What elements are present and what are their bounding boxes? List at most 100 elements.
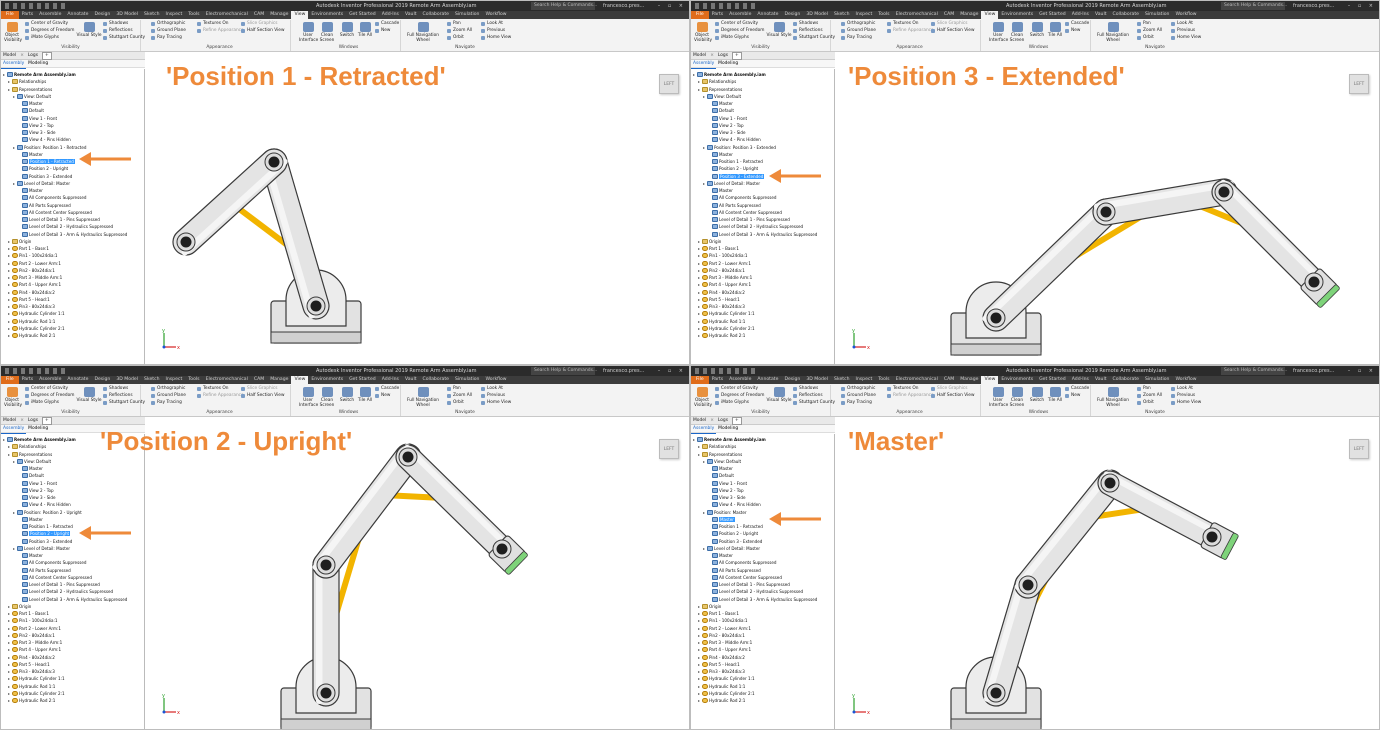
- tab-3d-model[interactable]: 3D Model: [803, 376, 831, 384]
- tab-parts[interactable]: Parts: [19, 11, 36, 19]
- pin-3[interactable]: [176, 232, 196, 252]
- tab-electromechanical[interactable]: Electromechanical: [203, 376, 251, 384]
- tab-add-ins[interactable]: Add-Ins: [379, 376, 402, 384]
- tab-modeling[interactable]: Modeling: [716, 60, 740, 68]
- tree-node[interactable]: Master: [18, 187, 43, 194]
- shadows-toggle[interactable]: Shadows: [103, 386, 128, 392]
- tab-electromechanical[interactable]: Electromechanical: [893, 376, 941, 384]
- tab-get-started[interactable]: Get Started: [1036, 376, 1069, 384]
- tab-view[interactable]: View: [981, 11, 999, 19]
- object-visibility-button[interactable]: Object Visibility: [694, 22, 712, 43]
- tree-node[interactable]: ▸ Pin3 - 80x24dia:3: [698, 303, 745, 310]
- tree-node[interactable]: ▸ Part 3 - Middle Arm:1: [698, 639, 752, 646]
- tree-node[interactable]: View 3 - Side: [18, 129, 56, 136]
- close-icon[interactable]: ×: [708, 52, 716, 60]
- previous-view-button[interactable]: Previous: [481, 393, 505, 399]
- pin-2[interactable]: [1018, 575, 1038, 595]
- tree-node[interactable]: ▸ Part 3 - Middle Arm:1: [8, 639, 62, 646]
- tree-node[interactable]: View 4 - Pins Hidden: [708, 501, 761, 508]
- tree-node[interactable]: ▸ Origin: [8, 603, 31, 610]
- tab-environments[interactable]: Environments: [308, 376, 346, 384]
- tree-node[interactable]: Level of Detail 3 - Arm & Hydraulics Sup…: [18, 231, 127, 238]
- tab-view[interactable]: View: [981, 376, 999, 384]
- switch-button[interactable]: Switch: [339, 22, 355, 38]
- tree-node[interactable]: ▸ Part 1 - Base:1: [8, 610, 49, 617]
- tab-environments[interactable]: Environments: [308, 11, 346, 19]
- home-view-button[interactable]: Home View: [1171, 35, 1201, 41]
- tree-node[interactable]: ▸ Pin4 - 80x24dia:2: [8, 289, 55, 296]
- tab-workflow[interactable]: Workflow: [482, 376, 509, 384]
- tab-workflow[interactable]: Workflow: [482, 11, 509, 19]
- tree-node[interactable]: ▸ Level of Detail: Master: [703, 180, 760, 187]
- user-account[interactable]: francesco.pres...: [603, 1, 644, 11]
- tree-node[interactable]: ▸ Hydraulic Rod 1:1: [8, 318, 55, 325]
- tab-manage[interactable]: Manage: [267, 11, 291, 19]
- window-controls[interactable]: – ▫ ×: [1348, 366, 1376, 376]
- tree-node[interactable]: Position 3 - Extended: [18, 173, 72, 180]
- tree-node[interactable]: ▸ Pin2 - 80x24dia:1: [8, 267, 55, 274]
- pin-3[interactable]: [1214, 182, 1234, 202]
- textures-toggle[interactable]: Textures On: [887, 386, 918, 392]
- new-window-button[interactable]: New: [375, 28, 390, 34]
- imate-glyphs-toggle[interactable]: iMate Glyphs: [25, 400, 59, 406]
- cascade-button[interactable]: Cascade: [375, 21, 399, 27]
- pin-3[interactable]: [398, 447, 418, 467]
- degrees-of-freedom-toggle[interactable]: Degrees of Freedom: [715, 393, 764, 399]
- tree-node[interactable]: Position 1 - Retracted: [708, 158, 763, 165]
- tree-node[interactable]: ▸ Hydraulic Cylinder 1:1: [698, 675, 755, 682]
- tree-node[interactable]: All Content Center Suppressed: [708, 574, 782, 581]
- robot-arm-model[interactable]: [836, 417, 1380, 730]
- look-at-button[interactable]: Look At: [481, 386, 503, 392]
- close-icon[interactable]: ×: [708, 417, 716, 425]
- tab-get-started[interactable]: Get Started: [346, 376, 379, 384]
- robot-arm-model[interactable]: [146, 52, 690, 365]
- tab-inspect[interactable]: Inspect: [853, 376, 876, 384]
- tree-node[interactable]: ▸ Remote Arm Assembly.iam: [693, 71, 766, 78]
- ray-tracing-toggle[interactable]: Ray Tracing: [841, 400, 872, 406]
- browser-tab-model[interactable]: Model: [1, 417, 18, 425]
- slice-graphics-button[interactable]: Slice Graphics: [241, 386, 277, 392]
- tab-assembly[interactable]: Assembly: [691, 425, 717, 434]
- imate-glyphs-toggle[interactable]: iMate Glyphs: [715, 35, 749, 41]
- tree-node[interactable]: ▸ Origin: [698, 603, 721, 610]
- tree-node[interactable]: ▸ Pin4 - 80x24dia:2: [8, 654, 55, 661]
- refine-appearance-button[interactable]: Refine Appearance: [197, 393, 244, 399]
- tree-node[interactable]: ▸ Representations: [8, 451, 52, 458]
- tree-node[interactable]: ▸ Hydraulic Rod 2:1: [698, 332, 745, 339]
- tab-cam[interactable]: CAM: [251, 11, 267, 19]
- viewcube[interactable]: LEFT: [659, 439, 679, 459]
- add-browser-button[interactable]: +: [42, 417, 52, 425]
- shadows-toggle[interactable]: Shadows: [793, 386, 818, 392]
- tree-node[interactable]: ▸ View: Default: [13, 93, 51, 100]
- half-section-view-button[interactable]: Half Section View: [931, 28, 974, 34]
- degrees-of-freedom-toggle[interactable]: Degrees of Freedom: [25, 28, 74, 34]
- look-at-button[interactable]: Look At: [1171, 21, 1193, 27]
- pan-button[interactable]: Pan: [447, 21, 461, 27]
- tree-node[interactable]: Position 2 - Upright: [708, 530, 758, 537]
- tab-annotate[interactable]: Annotate: [64, 11, 91, 19]
- tree-node[interactable]: ▸ Origin: [8, 238, 31, 245]
- tree-node[interactable]: ▸ Hydraulic Cylinder 2:1: [8, 325, 65, 332]
- tree-node[interactable]: Level of Detail 3 - Arm & Hydraulics Sup…: [708, 596, 817, 603]
- tree-node[interactable]: ▸ Part 2 - Lower Arm:1: [698, 260, 751, 267]
- tree-node[interactable]: ▸ Level of Detail: Master: [703, 545, 760, 552]
- home-view-button[interactable]: Home View: [481, 400, 511, 406]
- tree-node[interactable]: ▸ Part 4 - Upper Arm:1: [698, 281, 751, 288]
- object-visibility-button[interactable]: Object Visibility: [4, 22, 22, 43]
- tree-node[interactable]: ▸ Relationships: [8, 443, 46, 450]
- tree-node[interactable]: ▸ Pin4 - 80x24dia:2: [698, 289, 745, 296]
- full-navigation-wheel-button[interactable]: Full Navigation Wheel: [405, 22, 441, 43]
- tab-assemble[interactable]: Assemble: [36, 376, 64, 384]
- ground-plane-toggle[interactable]: Ground Plane: [151, 28, 186, 34]
- look-at-button[interactable]: Look At: [1171, 386, 1193, 392]
- tree-node[interactable]: ▸ Hydraulic Cylinder 2:1: [698, 690, 755, 697]
- zoom-all-button[interactable]: Zoom All: [447, 393, 472, 399]
- tree-node[interactable]: ▸ View: Default: [703, 93, 741, 100]
- ray-tracing-toggle[interactable]: Ray Tracing: [841, 35, 872, 41]
- object-visibility-button[interactable]: Object Visibility: [4, 387, 22, 408]
- tree-node[interactable]: View 1 - Front: [708, 115, 747, 122]
- previous-view-button[interactable]: Previous: [481, 28, 505, 34]
- tree-node[interactable]: ▸ Hydraulic Cylinder 2:1: [698, 325, 755, 332]
- tree-node[interactable]: Level of Detail 1 - Pins Suppressed: [708, 581, 790, 588]
- tab-collaborate[interactable]: Collaborate: [1110, 11, 1142, 19]
